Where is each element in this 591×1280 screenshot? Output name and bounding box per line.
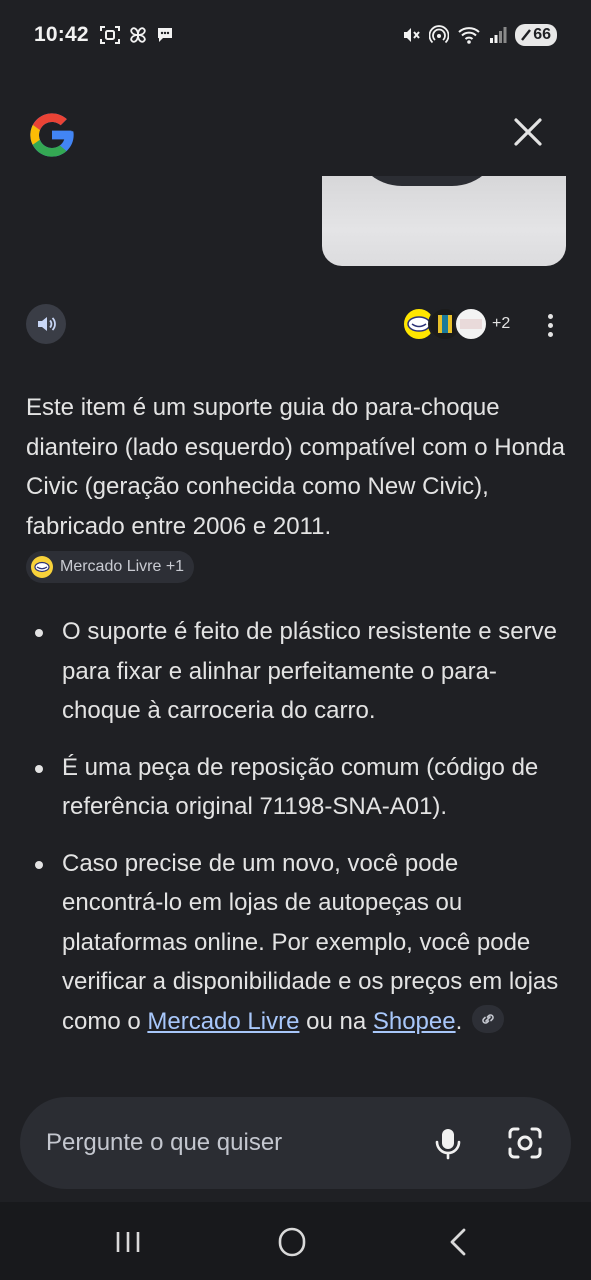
bullet-text: O suporte é feito de plástico resistente… bbox=[62, 618, 557, 724]
recent-apps-icon[interactable] bbox=[108, 1226, 148, 1258]
list-item: Caso precise de um novo, você pode encon… bbox=[26, 844, 566, 1042]
chat-bubble-icon bbox=[157, 28, 172, 42]
source-chip[interactable]: Mercado Livre +1 bbox=[26, 551, 195, 583]
bullet-dot bbox=[35, 860, 43, 869]
source-chip-label: Mercado Livre +1 bbox=[60, 558, 185, 575]
battery-icon: 66 bbox=[515, 24, 557, 46]
bullet-text: ou na bbox=[299, 1007, 373, 1035]
link-icon bbox=[482, 1014, 495, 1024]
bullet-dot bbox=[35, 764, 43, 773]
back-icon[interactable] bbox=[438, 1226, 478, 1258]
shopee-link[interactable]: Shopee bbox=[373, 1008, 456, 1035]
google-g-logo bbox=[30, 113, 74, 157]
status-bar: 10:42 66 bbox=[0, 0, 591, 70]
clock: 10:42 bbox=[34, 23, 89, 46]
mercado-livre-link[interactable]: Mercado Livre bbox=[147, 1008, 299, 1035]
link-chip[interactable] bbox=[472, 1005, 505, 1034]
home-icon[interactable] bbox=[272, 1226, 312, 1258]
screenshot-icon bbox=[99, 26, 120, 44]
bullet-text: É uma peça de reposição comum (código de… bbox=[62, 753, 539, 821]
more-vert-icon[interactable] bbox=[538, 310, 562, 340]
shopee-source-icon bbox=[454, 307, 488, 341]
status-left: 10:42 bbox=[34, 23, 175, 47]
read-aloud-button[interactable] bbox=[26, 304, 66, 344]
speaker-icon bbox=[38, 317, 56, 331]
lens-camera-icon[interactable] bbox=[504, 1123, 546, 1163]
prompt-input[interactable] bbox=[46, 1097, 406, 1189]
pinwheel-icon bbox=[130, 27, 146, 43]
mercado-livre-icon bbox=[31, 556, 53, 578]
system-nav-bar bbox=[0, 1202, 591, 1280]
mic-icon[interactable] bbox=[428, 1123, 468, 1163]
wifi-icon bbox=[458, 27, 480, 44]
sources-count: +2 bbox=[492, 315, 511, 332]
close-icon[interactable] bbox=[508, 112, 548, 152]
sources-button[interactable]: +2 bbox=[402, 307, 510, 341]
header bbox=[0, 100, 591, 170]
response-intro: Este item é um suporte guia do para-choq… bbox=[26, 394, 565, 540]
battery-level: 66 bbox=[533, 26, 551, 43]
image-content bbox=[352, 176, 502, 186]
notification-icons bbox=[99, 24, 175, 46]
uploaded-image-preview[interactable] bbox=[322, 176, 566, 266]
status-right: 66 bbox=[401, 24, 557, 46]
response-bullets: O suporte é feito de plástico resistente… bbox=[26, 612, 566, 1058]
bullet-text: . bbox=[455, 1007, 463, 1035]
battery-saver-icon bbox=[521, 29, 532, 41]
prompt-bar bbox=[20, 1097, 571, 1189]
mute-icon bbox=[404, 28, 420, 42]
bullet-dot bbox=[35, 629, 43, 637]
list-item: É uma peça de reposição comum (código de… bbox=[26, 748, 566, 827]
list-item: O suporte é feito de plástico resistente… bbox=[26, 612, 566, 731]
hotspot-icon bbox=[429, 25, 450, 44]
signal-icon bbox=[490, 27, 507, 43]
